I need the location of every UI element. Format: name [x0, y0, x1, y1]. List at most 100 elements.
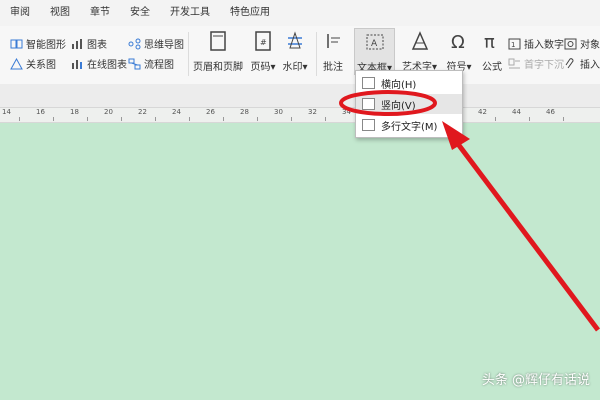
menu-developer-tools[interactable]: 开发工具	[160, 0, 220, 26]
svg-text:1: 1	[511, 41, 515, 49]
comment-label: 批注	[323, 62, 343, 73]
header-footer-icon	[205, 28, 231, 54]
menu-view[interactable]: 视图	[40, 0, 80, 26]
object-button[interactable]: 对象	[564, 36, 600, 51]
horizontal-text-label: 横向(H)	[381, 79, 417, 91]
drop-cap-button[interactable]: 首字下沉	[508, 56, 564, 71]
ruler-tick-mark	[189, 117, 190, 121]
online-chart-label: 在线图表	[87, 60, 127, 71]
relation-map-icon	[10, 57, 23, 70]
insert-number-button[interactable]: 1 插入数字	[508, 36, 564, 51]
text-box-icon: A	[362, 29, 388, 55]
chart-label: 图表	[87, 40, 107, 51]
insert-number-icon: 1	[508, 38, 521, 50]
multiline-text-box-item[interactable]: 多行文字(M)	[356, 115, 462, 135]
toolbar-strip	[0, 84, 600, 107]
ruler-tick-label: 20	[104, 108, 113, 116]
watermark-dropdown-arrow[interactable]: ▾	[302, 62, 307, 73]
watermark-button[interactable]: 水印▾	[282, 28, 308, 73]
ruler-tick-label: 14	[2, 108, 11, 116]
flowchart-icon	[128, 58, 141, 70]
comment-button[interactable]: 批注	[320, 28, 346, 73]
comment-icon	[320, 28, 346, 54]
watermark-icon	[282, 28, 308, 54]
word-art-button[interactable]: 艺术字▾	[402, 28, 437, 73]
ruler-tick-mark	[563, 117, 564, 121]
ruler-tick-label: 28	[240, 108, 249, 116]
smart-shape-label: 智能图形	[26, 40, 66, 51]
svg-text:π: π	[484, 32, 495, 52]
relation-map-button[interactable]: 关系图	[10, 56, 56, 71]
symbol-dropdown-arrow[interactable]: ▾	[466, 62, 471, 73]
flowchart-button[interactable]: 流程图	[128, 56, 174, 71]
multiline-text-label: 多行文字(M)	[381, 121, 438, 133]
vertical-text-icon	[362, 98, 375, 110]
online-chart-button[interactable]: 在线图表	[71, 56, 127, 71]
vertical-text-box-item[interactable]: 竖向(V)	[356, 94, 462, 114]
ruler-tick-label: 46	[546, 108, 555, 116]
insert-number-label: 插入数字	[524, 40, 564, 51]
relation-map-label: 关系图	[26, 60, 56, 71]
header-footer-button[interactable]: 页眉和页脚	[193, 28, 243, 73]
bar-chart-icon	[71, 38, 84, 50]
toolbar-separator	[316, 32, 317, 76]
mind-map-icon	[128, 38, 141, 50]
chart-button[interactable]: 图表	[71, 36, 107, 51]
mind-map-label: 思维导图	[144, 40, 184, 51]
text-box-button[interactable]: A 文本框▾	[354, 28, 396, 75]
svg-text:#: #	[260, 38, 267, 47]
menu-review[interactable]: 审阅	[0, 0, 40, 26]
drop-cap-icon	[508, 58, 521, 70]
author-watermark: 头条 @辉仔有话说	[481, 373, 590, 388]
ruler-tick-mark	[529, 117, 530, 121]
ruler-tick-label: 44	[512, 108, 521, 116]
formula-button[interactable]: π 公式	[479, 28, 505, 73]
ruler-tick-mark	[87, 117, 88, 121]
horizontal-ruler[interactable]: 1416182022242628303234363840424446	[0, 107, 600, 123]
flowchart-label: 流程图	[144, 60, 174, 71]
ruler-tick-mark	[495, 117, 496, 121]
svg-text:A: A	[371, 39, 378, 49]
ruler-tick-label: 34	[342, 108, 351, 116]
menu-security[interactable]: 安全	[120, 0, 160, 26]
insert-attachment-label: 插入	[580, 60, 600, 71]
document-area[interactable]	[0, 122, 600, 400]
menu-chapter[interactable]: 章节	[80, 0, 120, 26]
page-number-icon: #	[250, 28, 276, 54]
header-footer-label: 页眉和页脚	[193, 62, 243, 73]
menu-special-apps[interactable]: 特色应用	[220, 0, 280, 26]
ruler-tick-label: 16	[36, 108, 45, 116]
horizontal-text-box-item[interactable]: 横向(H)	[356, 73, 462, 93]
ruler-tick-label: 18	[70, 108, 79, 116]
ruler-tick-label: 30	[274, 108, 283, 116]
omega-icon: Ω	[446, 28, 472, 54]
ruler-tick-label: 26	[206, 108, 215, 116]
multiline-text-icon	[362, 119, 375, 131]
vertical-text-label: 竖向(V)	[381, 100, 416, 112]
smart-shape-button[interactable]: 智能图形	[10, 36, 66, 51]
insert-attachment-button[interactable]: 插入	[564, 56, 600, 71]
pi-icon: π	[479, 28, 505, 54]
ruler-tick-mark	[155, 117, 156, 121]
online-chart-icon	[71, 58, 84, 70]
mind-map-button[interactable]: 思维导图	[128, 36, 184, 51]
ruler-tick-label: 22	[138, 108, 147, 116]
symbol-button[interactable]: Ω 符号▾	[446, 28, 472, 73]
ruler-tick-label: 24	[172, 108, 181, 116]
smart-shape-icon	[10, 38, 23, 50]
watermark-label: 水印	[282, 62, 303, 73]
svg-text:Ω: Ω	[451, 32, 465, 52]
paperclip-icon	[564, 57, 577, 70]
object-label: 对象	[580, 40, 600, 51]
ruler-tick-mark	[121, 117, 122, 121]
ruler-tick-mark	[53, 117, 54, 121]
ruler-tick-mark	[325, 117, 326, 121]
object-icon	[564, 38, 577, 50]
text-box-dropdown-menu: 横向(H) 竖向(V) 多行文字(M)	[355, 70, 463, 138]
ruler-tick-label: 32	[308, 108, 317, 116]
page-number-button[interactable]: # 页码▾	[250, 28, 276, 73]
page-number-dropdown-arrow[interactable]: ▾	[270, 62, 275, 73]
ruler-tick-mark	[291, 117, 292, 121]
formula-label: 公式	[482, 62, 502, 73]
page-number-label: 页码	[250, 62, 271, 73]
